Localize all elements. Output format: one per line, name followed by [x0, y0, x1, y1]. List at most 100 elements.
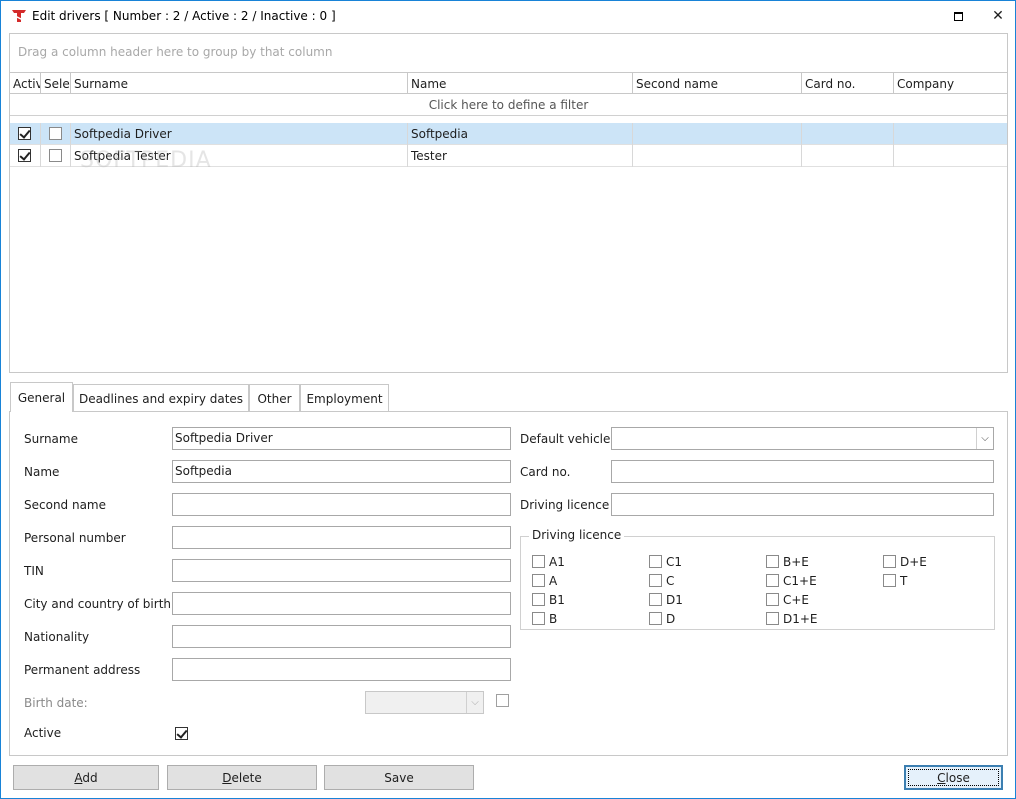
cell-company[interactable] [894, 145, 1007, 167]
birth-date-label: Birth date: [24, 696, 88, 710]
licence-checkbox[interactable] [649, 574, 662, 587]
tin-input[interactable] [172, 559, 511, 582]
licence-a1[interactable]: A1 [532, 555, 565, 569]
tab-other[interactable]: Other [249, 384, 300, 412]
licence-checkbox[interactable] [766, 555, 779, 568]
close-window-button[interactable]: ✕ [981, 1, 1015, 31]
licence-checkbox[interactable] [766, 612, 779, 625]
cell-name[interactable]: Softpedia [408, 123, 633, 145]
edit-drivers-window: Edit drivers [ Number : 2 / Active : 2 /… [0, 0, 1016, 799]
cell-surname[interactable]: Softpedia Driver [71, 123, 408, 145]
licence-d1-e[interactable]: D1+E [766, 612, 818, 626]
city-country-birth-input[interactable] [172, 592, 511, 615]
personal-number-input[interactable] [172, 526, 511, 549]
licence-checkbox[interactable] [766, 593, 779, 606]
licence-checkbox[interactable] [649, 555, 662, 568]
default-vehicle-select[interactable]: ⌵ [611, 427, 994, 450]
close-icon: ✕ [992, 8, 1004, 24]
row-active-checkbox[interactable] [18, 127, 31, 140]
second-name-label: Second name [24, 498, 107, 512]
maximize-button[interactable] [943, 1, 973, 31]
driving-licence-group: Driving licence A1 A B1 B C1 C D1 D B+E … [520, 528, 995, 630]
row-active-checkbox[interactable] [18, 149, 31, 162]
licence-checkbox[interactable] [532, 593, 545, 606]
licence-checkbox[interactable] [532, 555, 545, 568]
licence-checkbox[interactable] [532, 612, 545, 625]
licence-c-e[interactable]: C+E [766, 593, 809, 607]
column-header-name[interactable]: Name [408, 73, 633, 94]
filter-row[interactable]: Click here to define a filter [10, 94, 1007, 116]
card-no-input[interactable] [611, 460, 994, 483]
licence-checkbox[interactable] [766, 574, 779, 587]
column-header-selected[interactable]: Selec [41, 73, 71, 94]
cell-surname[interactable]: Softpedia Tester [71, 145, 408, 167]
delete-button-mnemonic: D [222, 771, 232, 785]
chevron-down-icon: ⌵ [976, 428, 993, 449]
licence-a[interactable]: A [532, 574, 557, 588]
name-input[interactable]: Softpedia [172, 460, 511, 483]
birth-date-picker[interactable]: ⌵ [365, 691, 484, 714]
licence-d[interactable]: D [649, 612, 675, 626]
column-header-company[interactable]: Company [894, 73, 1007, 94]
cell-card-no[interactable] [802, 123, 894, 145]
drivers-grid: Drag a column header here to group by th… [9, 33, 1008, 373]
chevron-down-icon: ⌵ [466, 692, 483, 713]
licence-checkbox[interactable] [649, 593, 662, 606]
tab-general[interactable]: General [10, 382, 73, 412]
birth-date-enable-checkbox[interactable] [496, 694, 509, 707]
cell-second-name[interactable] [633, 145, 802, 167]
licence-c1-e[interactable]: C1+E [766, 574, 817, 588]
nationality-input[interactable] [172, 625, 511, 648]
licence-c[interactable]: C [649, 574, 674, 588]
app-icon [12, 10, 26, 22]
cell-name[interactable]: Tester [408, 145, 633, 167]
grid-header: Activ Selec Surname Name Second name Car… [10, 72, 1007, 94]
column-header-card-no[interactable]: Card no. [802, 73, 894, 94]
row-select-checkbox[interactable] [49, 149, 62, 162]
licence-checkbox[interactable] [649, 612, 662, 625]
licence-d-e[interactable]: D+E [883, 555, 927, 569]
nationality-label: Nationality [24, 630, 90, 644]
default-vehicle-label: Default vehicle [520, 432, 611, 446]
column-header-second-name[interactable]: Second name [633, 73, 802, 94]
personal-number-label: Personal number [24, 531, 126, 545]
tin-label: TIN [24, 564, 44, 578]
licence-b-e[interactable]: B+E [766, 555, 809, 569]
table-row[interactable]: Softpedia Driver Softpedia [10, 123, 1007, 145]
permanent-address-label: Permanent address [24, 663, 141, 677]
add-button-label: dd [82, 771, 98, 785]
column-header-active[interactable]: Activ [10, 73, 41, 94]
cell-company[interactable] [894, 123, 1007, 145]
tab-deadlines[interactable]: Deadlines and expiry dates [73, 384, 249, 412]
column-header-surname[interactable]: Surname [71, 73, 408, 94]
delete-button-label: elete [231, 771, 262, 785]
table-row[interactable]: Softpedia Tester Tester [10, 145, 1007, 167]
row-select-checkbox[interactable] [49, 127, 62, 140]
licence-checkbox[interactable] [883, 555, 896, 568]
second-name-input[interactable] [172, 493, 511, 516]
title-bar: Edit drivers [ Number : 2 / Active : 2 /… [1, 1, 1015, 31]
delete-button[interactable]: Delete [167, 765, 317, 790]
licence-d1[interactable]: D1 [649, 593, 683, 607]
licence-b1[interactable]: B1 [532, 593, 565, 607]
city-country-birth-label: City and country of birth [24, 597, 172, 611]
general-tab-panel: Surname Softpedia Driver Name Softpedia … [9, 411, 1008, 756]
licence-t[interactable]: T [883, 574, 907, 588]
tab-employment[interactable]: Employment [300, 384, 389, 412]
permanent-address-input[interactable] [172, 658, 511, 681]
active-checkbox[interactable] [175, 727, 188, 740]
licence-b[interactable]: B [532, 612, 557, 626]
licence-checkbox[interactable] [532, 574, 545, 587]
add-button[interactable]: Add [13, 765, 159, 790]
cell-second-name[interactable] [633, 123, 802, 145]
licence-c1[interactable]: C1 [649, 555, 682, 569]
save-button[interactable]: Save [324, 765, 474, 790]
close-button[interactable]: Close [904, 765, 1003, 790]
surname-input[interactable]: Softpedia Driver [172, 427, 511, 450]
cell-card-no[interactable] [802, 145, 894, 167]
name-label: Name [24, 465, 60, 479]
licence-checkbox[interactable] [883, 574, 896, 587]
group-by-panel[interactable]: Drag a column header here to group by th… [10, 34, 1007, 72]
card-no-label: Card no. [520, 465, 571, 479]
driving-licence-input[interactable] [611, 493, 994, 516]
